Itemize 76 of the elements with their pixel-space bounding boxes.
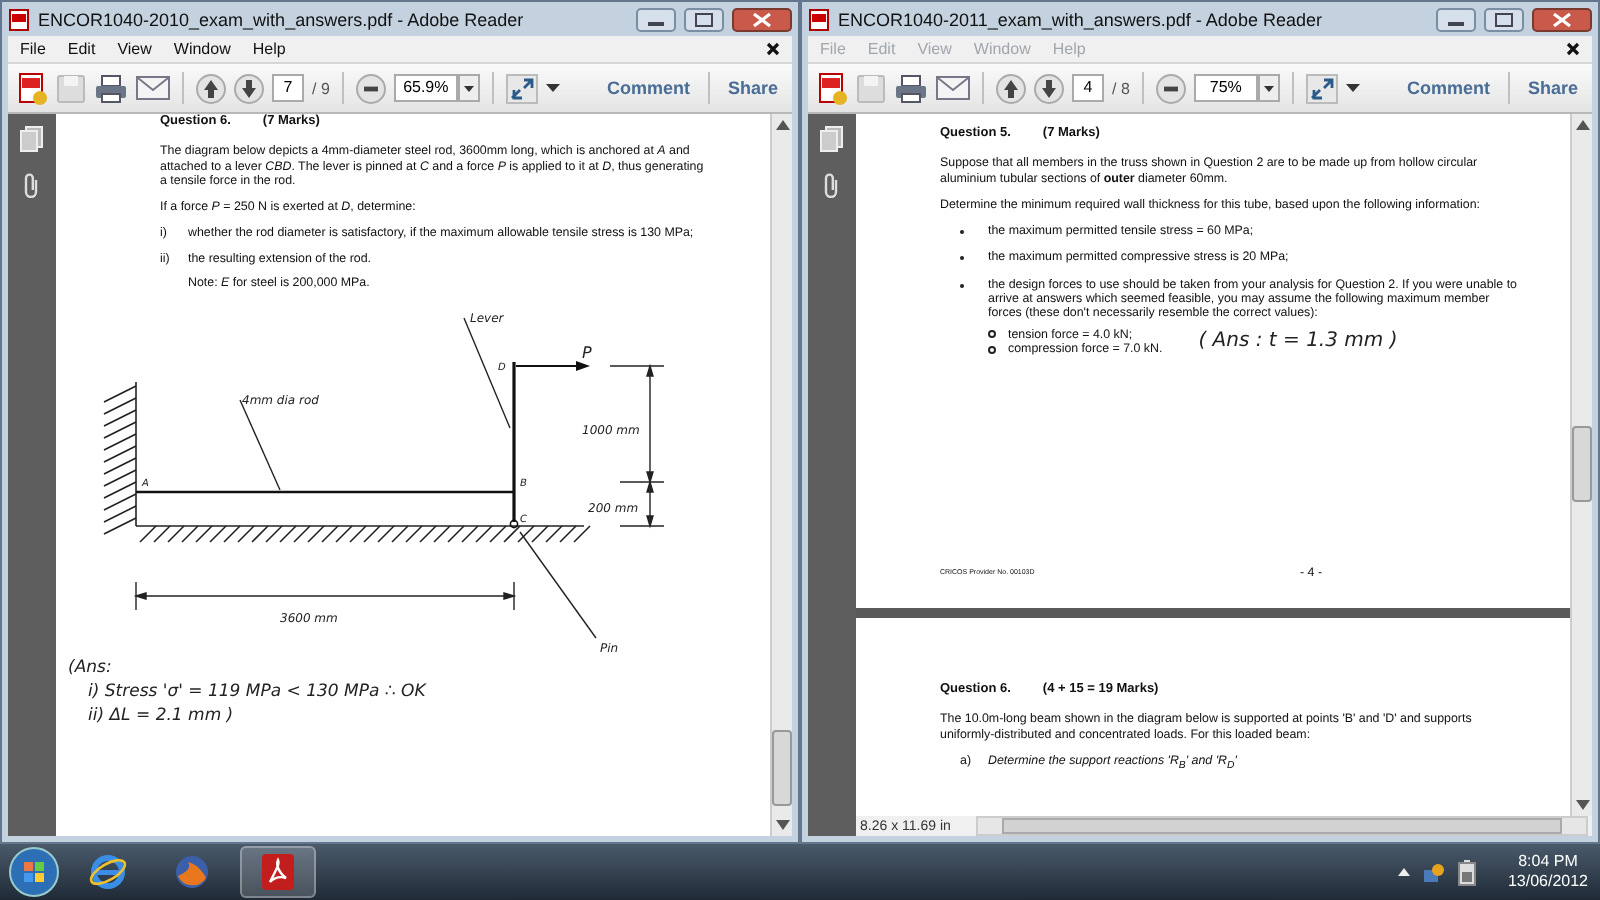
- force-arrow: [515, 361, 590, 372]
- email-icon[interactable]: [136, 76, 170, 100]
- pages-icon[interactable]: [820, 126, 844, 152]
- vertical-scrollbar[interactable]: [770, 114, 792, 836]
- minimize-icon[interactable]: [1436, 7, 1476, 31]
- maximize-icon[interactable]: [1484, 7, 1524, 31]
- page-count: / 9: [312, 79, 330, 97]
- create-pdf-icon[interactable]: [16, 71, 48, 105]
- zoom-out-icon[interactable]: [1155, 73, 1186, 103]
- zoom-field[interactable]: 65.9%: [393, 74, 458, 102]
- scroll-down-icon[interactable]: [775, 820, 789, 830]
- clock-time[interactable]: 8:04 PM: [1518, 852, 1578, 872]
- leader-line: [239, 400, 281, 492]
- scrollbar-thumb[interactable]: [1002, 818, 1562, 834]
- clock-date[interactable]: 13/06/2012: [1507, 872, 1588, 892]
- menu-item[interactable]: File: [20, 40, 46, 58]
- page-count: / 8: [1112, 79, 1130, 97]
- pdf-file-icon: [808, 7, 830, 31]
- expand-arrows-icon[interactable]: [1305, 73, 1338, 103]
- paperclip-icon[interactable]: [22, 172, 42, 198]
- page-number-field[interactable]: 7: [272, 74, 304, 102]
- comment-button[interactable]: Comment: [1400, 74, 1496, 102]
- dropdown-caret-icon[interactable]: [1257, 74, 1280, 102]
- scroll-up-icon[interactable]: [775, 120, 789, 130]
- network-icon[interactable]: [1421, 860, 1446, 884]
- close-document-icon[interactable]: [766, 42, 780, 56]
- horizontal-scrollbar[interactable]: [976, 816, 1588, 836]
- paperclip-icon[interactable]: [822, 172, 842, 198]
- menu-item[interactable]: Window: [173, 40, 231, 58]
- next-page-icon[interactable]: [1034, 73, 1064, 103]
- pdf-reader-icon: [260, 852, 296, 892]
- previous-page-icon[interactable]: [996, 73, 1026, 103]
- caret-icon[interactable]: [1345, 83, 1360, 93]
- answer-opening: (Ans:: [68, 658, 114, 679]
- answer-text: ( Ans : t = 1.3 mm ): [1198, 331, 1398, 352]
- scroll-up-icon[interactable]: [1575, 120, 1589, 130]
- share-button[interactable]: Share: [721, 74, 784, 102]
- page-number-field[interactable]: 4: [1072, 74, 1104, 102]
- comment-button[interactable]: Comment: [600, 74, 696, 102]
- scrollbar-thumb[interactable]: [772, 730, 792, 806]
- maximize-icon[interactable]: [684, 7, 724, 31]
- print-icon[interactable]: [894, 73, 928, 103]
- menu-item[interactable]: View: [117, 40, 152, 58]
- browser-e-icon: [88, 852, 128, 892]
- close-icon[interactable]: [732, 7, 792, 31]
- menu-item[interactable]: Help: [252, 40, 286, 58]
- fox-globe-icon: [172, 852, 212, 892]
- zoom-field[interactable]: 75%: [1193, 74, 1258, 102]
- answer-line: ii) ΔL = 2.1 mm ): [86, 706, 236, 727]
- taskbar-button[interactable]: [240, 846, 316, 898]
- scrollbar-thumb[interactable]: [1572, 426, 1592, 502]
- share-button[interactable]: Share: [1521, 74, 1584, 102]
- answer-line: i) Stress 'σ' = 119 MPa < 130 MPa ∴ OK: [86, 682, 429, 703]
- print-icon[interactable]: [94, 73, 128, 103]
- start-button-icon[interactable]: [8, 846, 60, 898]
- window-title: ENCOR1040-2010_exam_with_answers.pdf - Adobe Reader: [38, 9, 524, 29]
- email-icon[interactable]: [936, 76, 970, 100]
- dropdown-caret-icon[interactable]: [457, 74, 480, 102]
- minimize-icon[interactable]: [636, 7, 676, 31]
- leader-line: [519, 532, 597, 640]
- pdf-file-icon: [8, 7, 30, 31]
- expand-arrows-icon[interactable]: [505, 73, 538, 103]
- next-page-icon[interactable]: [234, 73, 264, 103]
- previous-page-icon[interactable]: [196, 73, 226, 103]
- create-pdf-icon[interactable]: [816, 71, 848, 105]
- menu-item[interactable]: Edit: [67, 40, 96, 58]
- caret-icon[interactable]: [545, 83, 560, 93]
- vertical-scrollbar[interactable]: [1570, 114, 1592, 816]
- close-icon[interactable]: [1532, 7, 1592, 31]
- pages-icon[interactable]: [20, 126, 44, 152]
- battery-icon[interactable]: [1457, 859, 1476, 885]
- show-hidden-icons-icon[interactable]: [1397, 868, 1410, 876]
- zoom-out-icon[interactable]: [355, 73, 386, 103]
- scroll-down-icon[interactable]: [1575, 800, 1589, 810]
- window-title: ENCOR1040-2011_exam_with_answers.pdf - Adobe Reader: [838, 9, 1322, 29]
- force-label: P: [582, 344, 592, 363]
